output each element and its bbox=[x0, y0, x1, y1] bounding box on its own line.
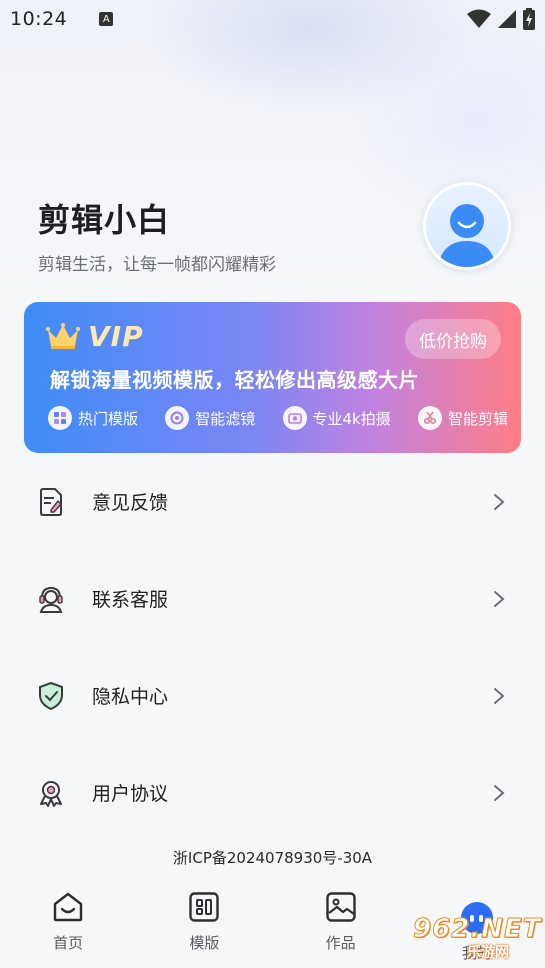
works-icon bbox=[324, 890, 358, 924]
menu-item-feedback[interactable]: 意见反馈 bbox=[0, 453, 545, 550]
tab-label: 首页 bbox=[53, 934, 84, 952]
home-icon bbox=[51, 890, 85, 924]
menu-label: 意见反馈 bbox=[92, 492, 169, 514]
watermark-sub: 乐游网 bbox=[467, 945, 509, 961]
battery-icon bbox=[523, 8, 535, 30]
vip-feature-templates: 热门模版 bbox=[48, 406, 138, 430]
agreement-icon bbox=[37, 779, 65, 807]
profile-section: 剪辑小白 剪辑生活，让每一帧都闪耀精彩 bbox=[0, 180, 545, 280]
avatar[interactable] bbox=[423, 182, 511, 270]
feedback-icon bbox=[37, 487, 65, 516]
vip-feature-label: 智能滤镜 bbox=[195, 409, 256, 428]
chevron-right-icon bbox=[494, 687, 505, 704]
vip-feature-label: 专业4k拍摄 bbox=[312, 409, 391, 428]
tab-label: 模版 bbox=[189, 934, 220, 952]
shield-icon bbox=[37, 681, 65, 710]
notification-a-icon: A bbox=[99, 12, 114, 26]
vip-feature-label: 智能剪辑 bbox=[447, 409, 508, 428]
wifi-icon bbox=[467, 9, 491, 28]
customer-service-icon bbox=[37, 585, 65, 613]
chevron-right-icon bbox=[494, 493, 505, 510]
menu-label: 联系客服 bbox=[92, 589, 169, 611]
icp-license[interactable]: 浙ICP备2024078930号-30A bbox=[0, 847, 545, 868]
template-grid-icon bbox=[187, 890, 221, 924]
status-time: 10:24 bbox=[10, 8, 68, 30]
vip-banner[interactable]: VIP 低价抢购 解锁海量视频模版，轻松修出高级感大片 热门模版 智能滤镜 专业… bbox=[24, 302, 521, 453]
scissors-icon bbox=[417, 406, 442, 430]
tab-works[interactable]: 作品 bbox=[273, 880, 409, 968]
vip-buy-button[interactable]: 低价抢购 bbox=[405, 319, 501, 359]
chevron-right-icon bbox=[494, 784, 505, 801]
vip-label: VIP bbox=[88, 320, 144, 353]
menu-label: 用户协议 bbox=[92, 783, 169, 805]
menu-item-user-agreement[interactable]: 用户协议 bbox=[0, 744, 545, 841]
vip-features: 热门模版 智能滤镜 专业4k拍摄 智能剪辑 bbox=[48, 406, 508, 430]
vip-headline: 解锁海量视频模版，轻松修出高级感大片 bbox=[50, 368, 419, 392]
vip-feature-editing: 智能剪辑 bbox=[417, 406, 508, 430]
watermark-main: 962.NET bbox=[412, 914, 542, 945]
camera-icon bbox=[282, 406, 307, 430]
chevron-right-icon bbox=[494, 590, 505, 607]
profile-tagline: 剪辑生活，让每一帧都闪耀精彩 bbox=[38, 255, 276, 275]
menu-item-privacy[interactable]: 隐私中心 bbox=[0, 647, 545, 744]
avatar-person-icon bbox=[438, 204, 496, 267]
menu-label: 隐私中心 bbox=[92, 686, 169, 708]
vip-feature-filters: 智能滤镜 bbox=[165, 406, 255, 430]
status-bar: 10:24 A bbox=[0, 0, 545, 38]
tab-home[interactable]: 首页 bbox=[0, 880, 136, 968]
crown-icon bbox=[46, 323, 80, 349]
signal-icon bbox=[498, 10, 516, 28]
username: 剪辑小白 bbox=[38, 201, 171, 239]
template-icon bbox=[48, 406, 72, 430]
tab-label: 作品 bbox=[325, 934, 356, 952]
watermark-logo: 962.NET 乐游网 bbox=[407, 914, 542, 962]
menu-item-customer-service[interactable]: 联系客服 bbox=[0, 550, 545, 647]
settings-menu: 意见反馈 联系客服 隐私中心 用户协议 bbox=[0, 453, 545, 841]
vip-feature-4k: 专业4k拍摄 bbox=[282, 406, 391, 430]
vip-feature-label: 热门模版 bbox=[78, 409, 139, 428]
filter-icon bbox=[165, 406, 190, 430]
tab-templates[interactable]: 模版 bbox=[136, 880, 272, 968]
